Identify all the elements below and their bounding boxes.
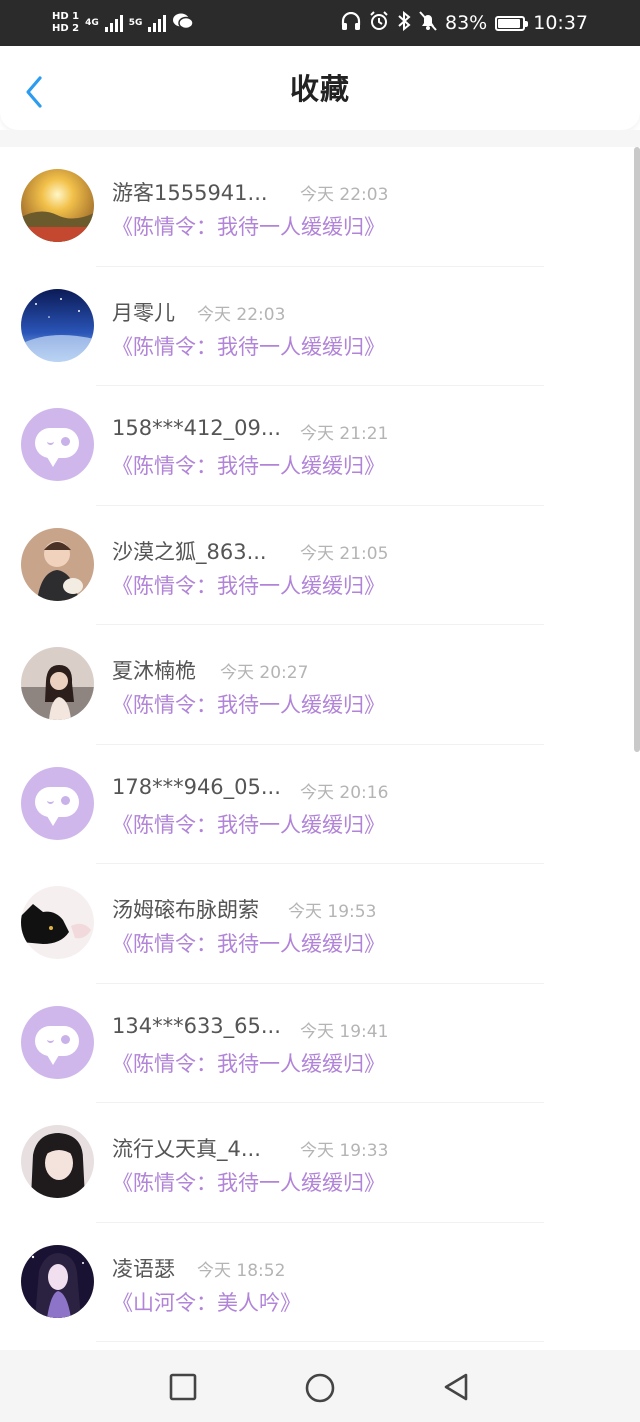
- recent-apps-button[interactable]: [168, 1372, 198, 1402]
- chat-bubble-icon: [35, 428, 79, 467]
- battery-percent: 83%: [445, 12, 488, 34]
- favorites-list: 游客1555941... 今天 22:03 《陈情令：我待一人缓缓归》 月零儿 …: [0, 147, 640, 1342]
- timestamp: 今天 21:21: [300, 424, 389, 444]
- bluetooth-icon: [397, 10, 411, 36]
- timestamp: 今天 19:33: [300, 1141, 389, 1161]
- user-name: 134***633_65...: [112, 1013, 281, 1038]
- avatar[interactable]: [21, 1005, 94, 1079]
- book-title-link[interactable]: 《陈情令：我待一人缓缓归》: [112, 809, 385, 839]
- list-item[interactable]: 178***946_05... 今天 20:16 《陈情令：我待一人缓缓归》: [0, 745, 640, 864]
- header-gap: [0, 130, 640, 147]
- book-title-link[interactable]: 《陈情令：我待一人缓缓归》: [112, 1167, 385, 1197]
- user-name: 流行乂天真_4...: [112, 1137, 261, 1161]
- user-name: 158***412_09...: [112, 416, 281, 440]
- battery-icon: [495, 15, 529, 31]
- chat-bubble-icon: [35, 786, 79, 826]
- avatar[interactable]: [21, 527, 94, 601]
- book-title-link[interactable]: 《陈情令：我待一人缓缓归》: [112, 689, 385, 719]
- signal-icon-2: [148, 14, 167, 32]
- list-item[interactable]: 夏沐楠桅 今天 20:27 《陈情令：我待一人缓缓归》: [0, 625, 640, 745]
- header: 收藏: [0, 46, 640, 130]
- hd1-label: HD 1: [52, 11, 80, 22]
- list-item[interactable]: 158***412_09... 今天 21:21 《陈情令：我待一人缓缓归》: [0, 386, 640, 506]
- signal-icon: [104, 14, 123, 32]
- wechat-icon: [172, 12, 195, 35]
- user-name: 游客1555941...: [112, 181, 268, 205]
- avatar[interactable]: [21, 1125, 94, 1198]
- timestamp: 今天 22:03: [300, 185, 389, 205]
- timestamp: 今天 22:03: [197, 304, 286, 325]
- status-bar: HD 1 HD 2 4G 5G 83% 10:37: [0, 0, 640, 46]
- list-item[interactable]: 汤姆磙布脉朗萦 今天 19:53 《陈情令：我待一人缓缓归》: [0, 864, 640, 984]
- timestamp: 今天 19:53: [288, 902, 377, 922]
- avatar[interactable]: [21, 766, 94, 840]
- avatar[interactable]: [21, 647, 94, 720]
- list-item[interactable]: 游客1555941... 今天 22:03 《陈情令：我待一人缓缓归》: [0, 147, 640, 267]
- user-name: 凌语瑟: [112, 1256, 175, 1281]
- back-nav-button[interactable]: [441, 1372, 471, 1402]
- status-right: 83% 10:37: [341, 0, 588, 46]
- hd-indicator: HD 1 HD 2: [52, 11, 79, 35]
- book-title-link[interactable]: 《陈情令：我待一人缓缓归》: [112, 1048, 385, 1078]
- list-item[interactable]: 流行乂天真_4... 今天 19:33 《陈情令：我待一人缓缓归》: [0, 1103, 640, 1223]
- avatar[interactable]: [21, 1244, 94, 1318]
- net2-label: 5G: [128, 18, 143, 28]
- timestamp: 今天 19:41: [300, 1021, 389, 1042]
- timestamp: 今天 20:16: [300, 782, 389, 803]
- status-left: HD 1 HD 2 4G 5G: [52, 6, 195, 40]
- user-name: 沙漠之狐_863...: [112, 539, 267, 564]
- book-title-link[interactable]: 《陈情令：我待一人缓缓归》: [112, 211, 385, 241]
- timestamp: 今天 21:05: [300, 543, 389, 564]
- book-title-link[interactable]: 《陈情令：我待一人缓缓归》: [112, 928, 385, 958]
- chat-bubble-icon: [35, 1025, 79, 1065]
- list-item[interactable]: 月零儿 今天 22:03 《陈情令：我待一人缓缓归》: [0, 267, 640, 386]
- user-name: 汤姆磙布脉朗萦: [112, 898, 259, 922]
- page-title: 收藏: [289, 72, 350, 106]
- book-title-link[interactable]: 《陈情令：我待一人缓缓归》: [112, 331, 385, 361]
- home-button[interactable]: [304, 1372, 335, 1403]
- back-triangle-icon: [444, 1373, 468, 1401]
- system-nav-bar: [0, 1350, 640, 1422]
- home-circle-icon: [305, 1373, 335, 1403]
- user-name: 夏沐楠桅: [112, 659, 196, 683]
- avatar[interactable]: [21, 288, 94, 362]
- user-name: 178***946_05...: [112, 774, 281, 799]
- headphones-icon: [341, 11, 361, 35]
- alarm-icon: [369, 10, 389, 36]
- divider: [96, 1341, 544, 1342]
- list-item[interactable]: 134***633_65... 今天 19:41 《陈情令：我待一人缓缓归》: [0, 984, 640, 1103]
- hd2-label: HD 2: [52, 23, 80, 34]
- list-item[interactable]: 凌语瑟 今天 18:52 《山河令：美人吟》: [0, 1223, 640, 1342]
- recent-apps-square-icon: [169, 1373, 197, 1401]
- avatar[interactable]: [21, 886, 94, 959]
- avatar[interactable]: [21, 408, 94, 481]
- list-item[interactable]: 沙漠之狐_863... 今天 21:05 《陈情令：我待一人缓缓归》: [0, 506, 640, 625]
- net1-label: 4G: [85, 18, 99, 28]
- book-title-link[interactable]: 《山河令：美人吟》: [112, 1287, 301, 1317]
- scrollbar-thumb[interactable]: [634, 147, 640, 752]
- avatar[interactable]: [21, 169, 94, 242]
- status-time: 10:37: [533, 12, 588, 34]
- book-title-link[interactable]: 《陈情令：我待一人缓缓归》: [112, 450, 385, 480]
- mute-bell-icon: [419, 10, 437, 36]
- book-title-link[interactable]: 《陈情令：我待一人缓缓归》: [112, 570, 385, 600]
- timestamp: 今天 20:27: [220, 663, 309, 683]
- user-name: 月零儿: [112, 300, 175, 325]
- timestamp: 今天 18:52: [197, 1260, 286, 1281]
